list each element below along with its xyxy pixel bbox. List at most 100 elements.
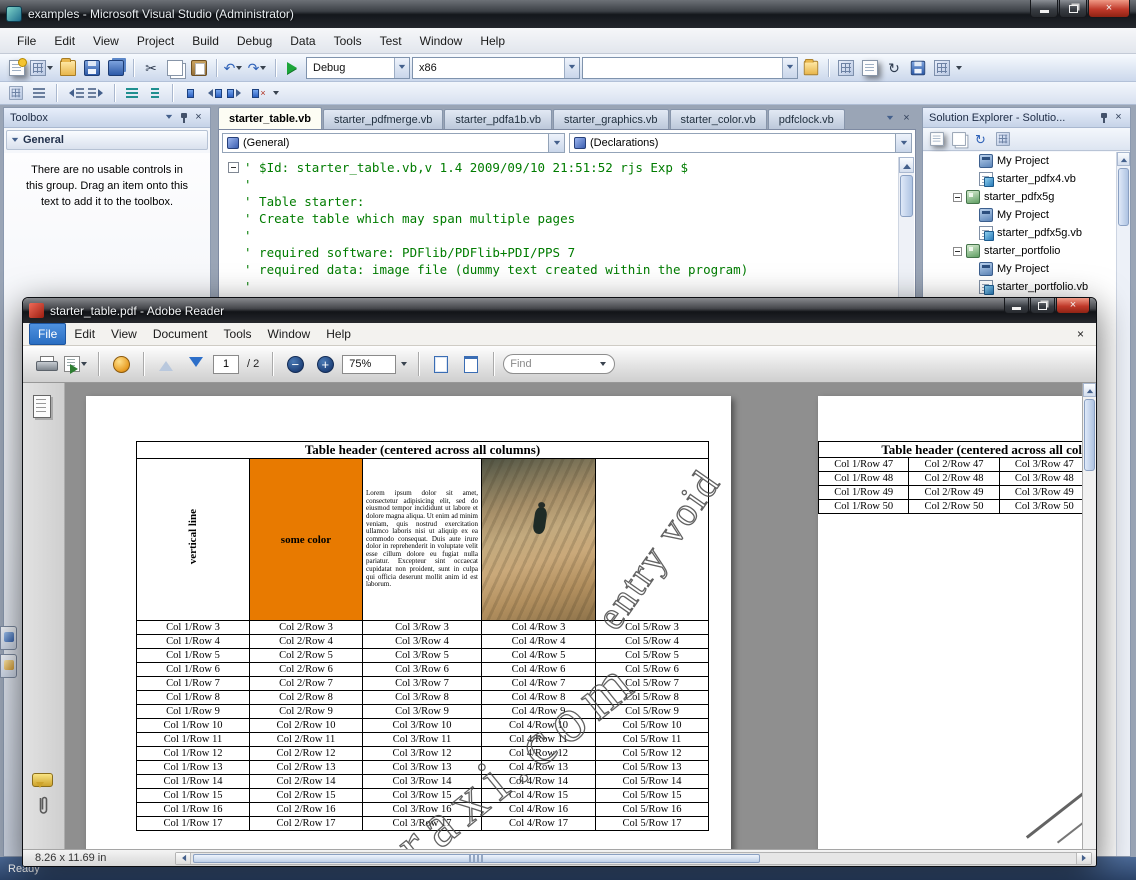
- vs-restore-button[interactable]: [1059, 0, 1087, 18]
- reader-menu-tools[interactable]: Tools: [216, 324, 260, 344]
- object-browser-button[interactable]: ↻: [883, 57, 905, 79]
- solution-explorer-scrollbar[interactable]: [1116, 152, 1130, 856]
- object-combo[interactable]: (General): [222, 133, 565, 153]
- tree-item[interactable]: starter_pdfx5g.vb: [923, 224, 1116, 242]
- paste-button[interactable]: [188, 57, 210, 79]
- combo-dropdown-button[interactable]: [564, 58, 579, 78]
- toolbar-options-arrow[interactable]: [273, 91, 279, 98]
- reader-menu-file[interactable]: File: [29, 323, 66, 345]
- toolbox-button[interactable]: [907, 57, 929, 79]
- open-file-button[interactable]: [57, 57, 79, 79]
- vs-menu-test[interactable]: Test: [371, 30, 411, 52]
- show-all-files-button[interactable]: [949, 130, 968, 149]
- scrollbar-thumb[interactable]: [1084, 399, 1095, 471]
- scroll-up-button[interactable]: [1083, 383, 1096, 397]
- bookmark-next-button[interactable]: [226, 83, 246, 103]
- autohide-server-explorer-icon[interactable]: [0, 626, 17, 650]
- vs-minimize-button[interactable]: [1030, 0, 1058, 18]
- find-in-files-button[interactable]: [800, 57, 822, 79]
- save-button[interactable]: [81, 57, 103, 79]
- toolbox-close-button[interactable]: ×: [191, 110, 206, 125]
- solution-explorer-button[interactable]: [835, 57, 857, 79]
- reader-menu-edit[interactable]: Edit: [66, 324, 103, 344]
- redo-button[interactable]: ↷: [247, 57, 269, 79]
- add-item-button[interactable]: [30, 57, 55, 79]
- tree-expander[interactable]: [953, 193, 962, 202]
- scrollbar-thumb[interactable]: [193, 854, 760, 863]
- bookmark-toggle-button[interactable]: [180, 83, 200, 103]
- toolbar-options-arrow[interactable]: [956, 66, 962, 73]
- document-view[interactable]: Table header (centered across all column…: [65, 383, 1082, 849]
- tree-item[interactable]: starter_portfolio: [923, 242, 1116, 260]
- vs-titlebar[interactable]: examples - Microsoft Visual Studio (Admi…: [0, 0, 1136, 28]
- member-dropdown-button[interactable]: [6, 83, 26, 103]
- toolbox-menu-button[interactable]: [161, 110, 176, 125]
- page-number-input[interactable]: [213, 355, 239, 374]
- editor-tab[interactable]: starter_table.vb: [218, 107, 322, 129]
- reader-maximize-button[interactable]: [1030, 298, 1055, 314]
- editor-tab[interactable]: starter_pdfa1b.vb: [444, 109, 552, 129]
- bookmark-clear-button[interactable]: ×: [249, 83, 269, 103]
- undo-button[interactable]: ↶: [223, 57, 245, 79]
- zoom-dropdown-arrow[interactable]: [401, 362, 407, 369]
- editor-tab[interactable]: pdfclock.vb: [768, 109, 845, 129]
- solution-explorer-header[interactable]: Solution Explorer - Solutio... ×: [923, 108, 1130, 128]
- combo-dropdown-button[interactable]: [548, 134, 564, 152]
- close-document-button[interactable]: ×: [899, 111, 914, 126]
- indent-increase-button[interactable]: [87, 83, 107, 103]
- toolbox-group-general[interactable]: General: [6, 130, 208, 150]
- new-project-button[interactable]: [6, 57, 28, 79]
- reader-document-close-button[interactable]: ×: [1071, 327, 1090, 341]
- find-combo[interactable]: [582, 57, 798, 79]
- reader-horizontal-scrollbar[interactable]: [175, 852, 1092, 865]
- save-all-button[interactable]: [105, 57, 127, 79]
- vs-menu-project[interactable]: Project: [128, 30, 183, 52]
- active-files-dropdown-button[interactable]: [882, 111, 897, 126]
- solution-explorer-close-button[interactable]: ×: [1111, 110, 1126, 125]
- comment-button[interactable]: [122, 83, 142, 103]
- properties-window-button[interactable]: [859, 57, 881, 79]
- zoom-out-button[interactable]: −: [282, 351, 308, 377]
- cut-button[interactable]: ✂: [140, 57, 162, 79]
- properties-button[interactable]: [927, 130, 946, 149]
- vs-menu-edit[interactable]: Edit: [45, 30, 84, 52]
- refresh-button[interactable]: ↻: [971, 130, 990, 149]
- print-button[interactable]: [33, 351, 59, 377]
- uncomment-button[interactable]: [145, 83, 165, 103]
- zoom-in-button[interactable]: +: [312, 351, 338, 377]
- vs-menu-tools[interactable]: Tools: [325, 30, 371, 52]
- editor-tab[interactable]: starter_color.vb: [670, 109, 767, 129]
- scrollbar-thumb[interactable]: [1118, 168, 1129, 226]
- event-combo[interactable]: (Declarations): [569, 133, 912, 153]
- tree-item[interactable]: My Project: [923, 152, 1116, 170]
- scroll-up-button[interactable]: [1117, 152, 1130, 166]
- vs-menu-view[interactable]: View: [84, 30, 128, 52]
- reader-menu-document[interactable]: Document: [145, 324, 216, 344]
- reader-titlebar[interactable]: starter_table.pdf - Adobe Reader ×: [23, 298, 1096, 323]
- combo-dropdown-button[interactable]: [394, 58, 409, 78]
- word-wrap-button[interactable]: [29, 83, 49, 103]
- attachments-panel-icon[interactable]: [36, 794, 51, 821]
- reader-minimize-button[interactable]: [1004, 298, 1029, 314]
- comments-panel-icon[interactable]: [32, 773, 53, 787]
- scroll-right-button[interactable]: [1076, 853, 1091, 864]
- vs-menu-debug[interactable]: Debug: [228, 30, 281, 52]
- vs-menu-help[interactable]: Help: [471, 30, 514, 52]
- reader-menu-view[interactable]: View: [103, 324, 145, 344]
- combo-dropdown-button[interactable]: [895, 134, 911, 152]
- collaborate-button[interactable]: [108, 351, 134, 377]
- indent-decrease-button[interactable]: [64, 83, 84, 103]
- editor-tab[interactable]: starter_pdfmerge.vb: [323, 109, 443, 129]
- continuous-view-button[interactable]: [458, 351, 484, 377]
- reader-vertical-scrollbar[interactable]: [1082, 383, 1096, 849]
- export-button[interactable]: [63, 351, 89, 377]
- reader-close-button[interactable]: ×: [1056, 298, 1090, 314]
- vs-menu-file[interactable]: File: [8, 30, 45, 52]
- zoom-level-combo[interactable]: 75%: [342, 355, 396, 374]
- previous-page-button[interactable]: [153, 351, 179, 377]
- solution-platforms-combo[interactable]: x86: [412, 57, 580, 79]
- tree-item[interactable]: My Project: [923, 260, 1116, 278]
- bookmark-previous-button[interactable]: [203, 83, 223, 103]
- find-dropdown-arrow[interactable]: [600, 362, 606, 369]
- reader-menu-window[interactable]: Window: [260, 324, 319, 344]
